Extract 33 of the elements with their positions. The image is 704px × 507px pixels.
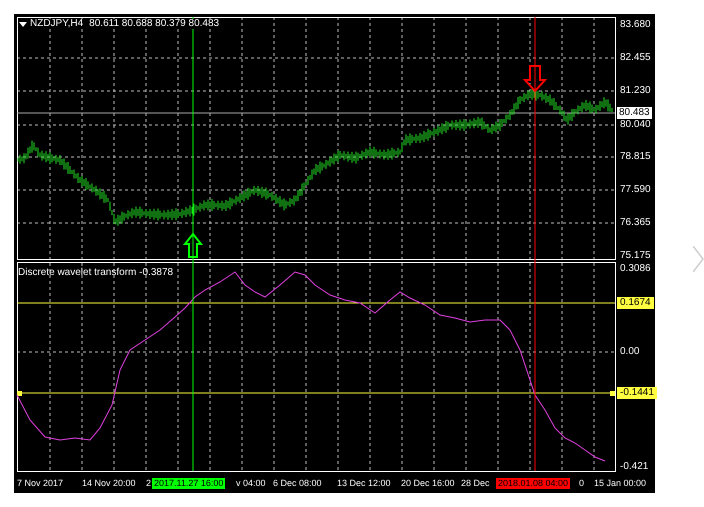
time-label: 0 <box>579 479 584 488</box>
time-label: 13 Dec 12:00 <box>337 479 391 488</box>
price-label: 78.815 <box>620 152 651 162</box>
time-label: 28 Dec <box>461 479 490 488</box>
level-handle-icon[interactable] <box>17 391 22 396</box>
time-label: v 04:00 <box>236 479 266 488</box>
time-label: 20 Dec 16:00 <box>401 479 455 488</box>
price-label: 83.680 <box>620 20 651 30</box>
price-label: 80.040 <box>620 120 651 130</box>
marker-time-label: 2018.01.08 04:00 <box>496 478 570 489</box>
time-label: 14 Nov 20:00 <box>82 479 136 488</box>
ohlc-values: 80.611 80.688 80.379 80.483 <box>89 19 220 29</box>
time-label: 6 Dec 08:00 <box>273 479 322 488</box>
chevron-right-icon[interactable] <box>693 246 704 272</box>
indicator-title: Discrete wavelet transform -0.3878 <box>18 268 174 278</box>
indicator-axis-label: 0.3086 <box>620 264 651 274</box>
indicator-axis-label: 0.00 <box>620 347 640 357</box>
price-label: 82.455 <box>620 53 651 63</box>
level-handle-icon[interactable] <box>610 391 615 396</box>
chart-symbol: NZDJPY,H4 <box>30 19 84 29</box>
level-label: -0.1441 <box>617 387 657 399</box>
level-label: 0.1674 <box>617 297 654 309</box>
time-label: 2 <box>146 479 152 488</box>
time-label: 15 Jan 00:00 <box>594 479 646 488</box>
time-label: 7 Nov 2017 <box>17 479 64 488</box>
marker-time-label: 2017.11.27 16:00 <box>152 478 226 489</box>
price-label: 77.590 <box>620 185 651 195</box>
current-price-label: 80.483 <box>617 107 652 119</box>
price-label: 75.175 <box>620 251 651 261</box>
dropdown-icon[interactable] <box>19 22 27 26</box>
price-label: 81.230 <box>620 86 651 96</box>
price-label: 76.365 <box>620 218 651 228</box>
indicator-axis-label: -0.421 <box>620 462 648 472</box>
